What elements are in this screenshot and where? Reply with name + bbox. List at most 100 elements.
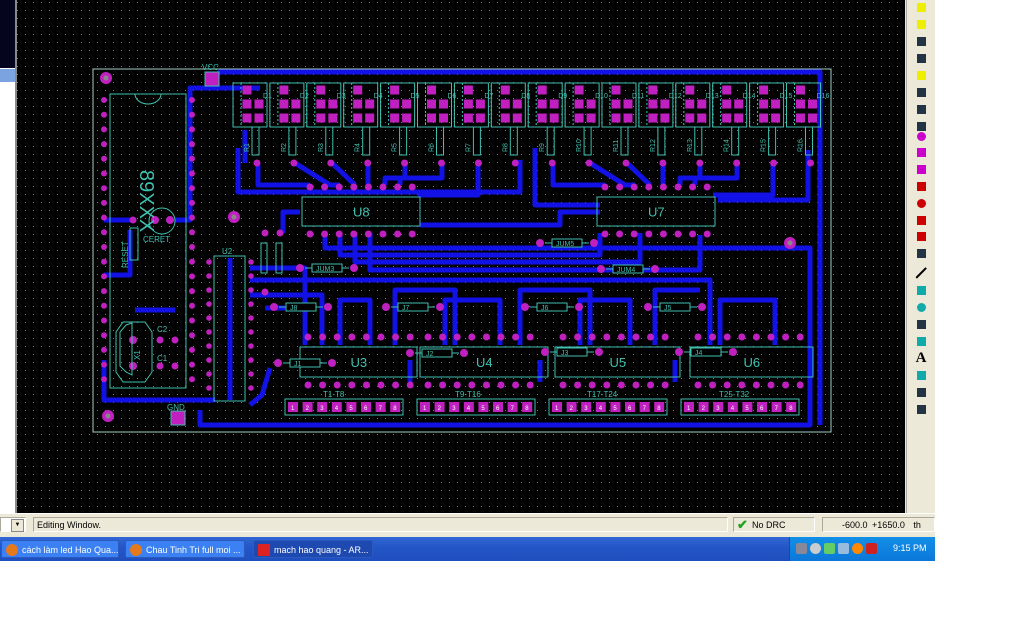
led-pad[interactable] — [279, 99, 289, 109]
led-pad[interactable] — [697, 99, 707, 109]
led-pad[interactable] — [316, 99, 326, 109]
dimension-icon[interactable] — [914, 402, 928, 416]
ic-pin[interactable] — [752, 381, 760, 389]
line-icon[interactable] — [914, 266, 928, 280]
pcb-layout[interactable]: D1R1D2R2D3R3D4R4D5R5D6R6D7R7D8R8D9R9D10R… — [17, 0, 905, 513]
ic-pin[interactable] — [632, 381, 640, 389]
led-pad[interactable] — [586, 99, 596, 109]
mcu-pin[interactable] — [101, 346, 107, 353]
package-icon[interactable] — [914, 17, 928, 31]
jumper-pad[interactable] — [651, 265, 659, 273]
ic-pin[interactable] — [645, 230, 653, 238]
led-pad[interactable] — [353, 99, 363, 109]
jumper-pad[interactable] — [324, 303, 332, 311]
led-pad[interactable] — [316, 85, 326, 95]
arc-icon[interactable] — [914, 317, 928, 331]
resistor-pad[interactable] — [807, 159, 814, 167]
ic-pin[interactable] — [738, 381, 746, 389]
led-pad[interactable] — [734, 99, 744, 109]
ic-pin[interactable] — [603, 333, 611, 341]
jumper-pad[interactable] — [436, 303, 444, 311]
resistor-pad[interactable] — [364, 159, 372, 167]
ic-pin[interactable] — [304, 381, 312, 389]
led-pad[interactable] — [574, 113, 584, 123]
led-pad[interactable] — [648, 113, 658, 123]
component-icon[interactable] — [914, 0, 928, 14]
ic-pin[interactable] — [752, 333, 760, 341]
ic-pin[interactable] — [659, 183, 667, 191]
jumper-pad[interactable] — [698, 303, 706, 311]
mcu-pin[interactable] — [101, 170, 107, 177]
led-pad[interactable] — [402, 99, 412, 109]
u2-pin[interactable] — [248, 385, 254, 391]
led-pad[interactable] — [279, 113, 289, 123]
ic-pin[interactable] — [424, 381, 432, 389]
mcu-pin[interactable] — [189, 273, 195, 280]
led-pad[interactable] — [611, 113, 621, 123]
jumper-pad[interactable] — [597, 265, 605, 273]
ic-pin[interactable] — [703, 183, 711, 191]
zone-icon[interactable] — [914, 68, 928, 82]
ic-pin[interactable] — [603, 381, 611, 389]
overview-window[interactable] — [0, 0, 15, 68]
mcu-pin[interactable] — [101, 244, 107, 250]
led-pad[interactable] — [353, 85, 363, 95]
path-icon[interactable] — [914, 334, 928, 348]
jumper-pad[interactable] — [595, 348, 603, 356]
jumper-pad[interactable] — [729, 348, 737, 356]
u2-pin[interactable] — [206, 273, 212, 279]
ic-pin[interactable] — [526, 381, 534, 389]
vietkey-icon[interactable] — [866, 543, 877, 554]
ic-pin[interactable] — [601, 230, 609, 238]
text-icon[interactable]: A — [914, 350, 928, 366]
ic-pin[interactable] — [512, 333, 520, 341]
pad[interactable] — [261, 288, 269, 296]
pad[interactable] — [276, 229, 284, 237]
ic-pin[interactable] — [468, 333, 476, 341]
ic-pin[interactable] — [406, 333, 414, 341]
marker-icon[interactable] — [914, 385, 928, 399]
ic-pin[interactable] — [689, 230, 697, 238]
round-pad-icon[interactable] — [914, 129, 928, 143]
ic-pin[interactable] — [703, 230, 711, 238]
ic-pin[interactable] — [306, 183, 314, 191]
u2-pin[interactable] — [206, 371, 212, 377]
mcu-pin[interactable] — [101, 361, 107, 368]
pad[interactable] — [129, 362, 137, 370]
vcc-pad[interactable] — [204, 71, 220, 87]
ic-pin[interactable] — [394, 183, 402, 191]
ic-pin[interactable] — [364, 183, 372, 191]
ic-pin[interactable] — [377, 381, 385, 389]
jumper-pad[interactable] — [590, 239, 598, 247]
ic-pin[interactable] — [767, 333, 775, 341]
ic-pin[interactable] — [497, 381, 505, 389]
ic-pin[interactable] — [453, 381, 461, 389]
mcu-pin[interactable] — [101, 258, 107, 265]
resistor-pad[interactable] — [401, 159, 409, 167]
pad[interactable] — [261, 229, 269, 237]
led-pad[interactable] — [623, 99, 633, 109]
jumper-pad[interactable] — [644, 303, 652, 311]
ic-pin[interactable] — [574, 381, 582, 389]
u2-pin[interactable] — [248, 371, 254, 377]
led-pad[interactable] — [660, 99, 670, 109]
pad[interactable] — [156, 336, 164, 344]
ic-pin[interactable] — [767, 381, 775, 389]
u2-pin[interactable] — [206, 315, 212, 321]
resistor-pad[interactable] — [474, 159, 482, 167]
u2-pin[interactable] — [248, 329, 254, 335]
jumper-pad[interactable] — [460, 349, 468, 357]
usb-icon[interactable] — [838, 543, 849, 554]
led-pad[interactable] — [648, 85, 658, 95]
led-pad[interactable] — [759, 85, 769, 95]
ic-pin[interactable] — [709, 333, 717, 341]
object-selector-panel[interactable] — [0, 0, 17, 513]
mcu-pin[interactable] — [101, 332, 107, 339]
volume-icon[interactable] — [810, 543, 821, 554]
jumper-pad[interactable] — [274, 359, 282, 367]
jumper-pad[interactable] — [536, 239, 544, 247]
ic-pin[interactable] — [659, 230, 667, 238]
ic-pin[interactable] — [796, 333, 804, 341]
jumper-pad[interactable] — [521, 303, 529, 311]
led-pad[interactable] — [549, 113, 559, 123]
